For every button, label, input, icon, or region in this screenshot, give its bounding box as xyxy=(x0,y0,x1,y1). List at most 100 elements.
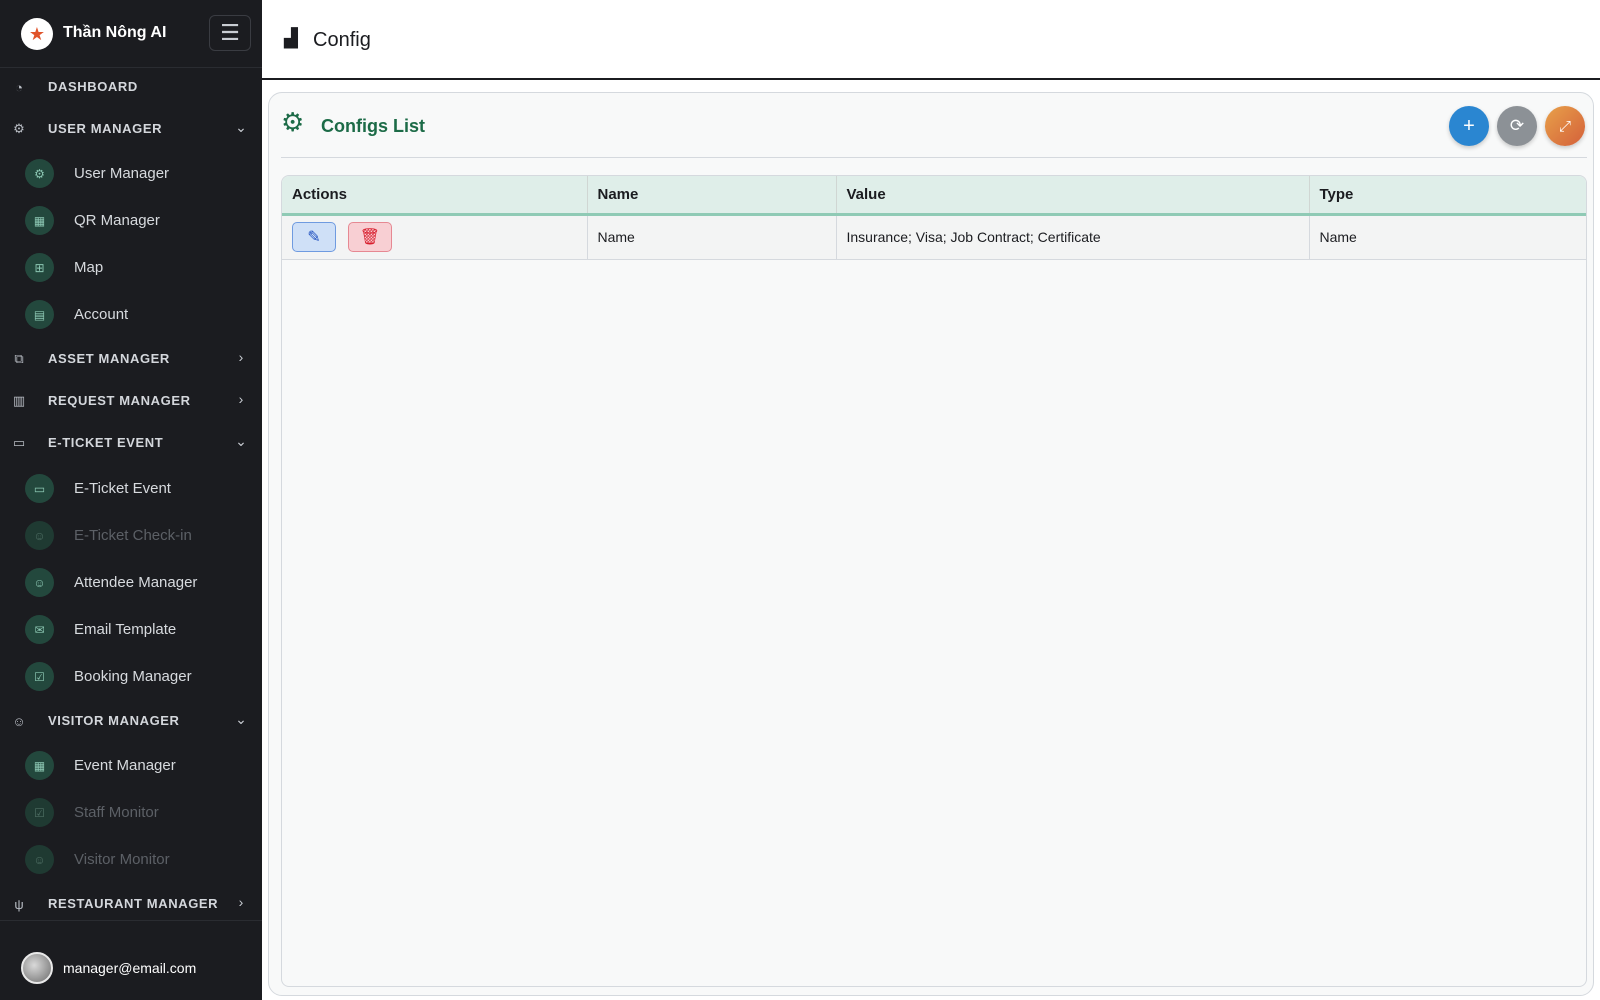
hierarchy-icon: ⧉ xyxy=(14,351,24,366)
table-header-row: Actions Name Value Type xyxy=(282,176,1586,214)
calendar-check-icon: ☑ xyxy=(25,662,54,691)
chevron-down-icon: ⌄ xyxy=(235,711,247,727)
nav-asset-manager-label: ASSET MANAGER xyxy=(48,351,170,366)
column-header-name[interactable]: Name xyxy=(587,176,837,214)
hamburger-menu-button[interactable]: ☰ xyxy=(209,15,251,51)
sidebar-item-label: Attendee Manager xyxy=(74,574,198,591)
nav-restaurant-manager[interactable]: ψ RESTAURANT MANAGER › xyxy=(0,885,262,923)
brand-bar: ★ Thần Nông AI ☰ xyxy=(0,0,262,68)
sidebar-item-label: QR Manager xyxy=(74,212,160,229)
calendar-icon: ▦ xyxy=(25,751,54,780)
table-row[interactable]: ✎ 🗑 Name Insurance; Visa; Job Contract; … xyxy=(282,214,1586,259)
sidebar-item-qr-manager[interactable]: ▦ QR Manager xyxy=(0,198,262,242)
sidebar-item-user-manager[interactable]: ⚙ User Manager xyxy=(0,151,262,195)
sidebar-item-label: Visitor Monitor xyxy=(74,851,170,868)
card-title: Configs List xyxy=(321,116,425,136)
gear-icon: ⚙ xyxy=(281,107,305,137)
sidebar: ★ Thần Nông AI ☰ ◔ DASHBOARD ⚙ USER MANA… xyxy=(0,0,262,1000)
page-header: ▟ Config xyxy=(262,0,1600,80)
add-config-button[interactable]: + xyxy=(1449,106,1489,146)
sidebar-item-visitor-monitor[interactable]: ☺ Visitor Monitor xyxy=(0,837,262,881)
expand-icon: ⤢ xyxy=(1558,117,1571,135)
users-icon: ☺ xyxy=(25,845,54,874)
chevron-right-icon: › xyxy=(238,391,244,407)
column-header-actions[interactable]: Actions xyxy=(282,176,588,214)
plus-icon: + xyxy=(1463,114,1475,137)
nav-restaurant-manager-label: RESTAURANT MANAGER xyxy=(48,896,219,911)
sidebar-item-label: Email Template xyxy=(74,621,177,638)
configs-table: Actions Name Value Type ✎ 🗑 Name Insuran… xyxy=(282,176,1586,260)
bar-chart-icon: ▟ xyxy=(284,28,298,48)
sidebar-item-label: Account xyxy=(74,306,129,323)
nav-user-manager[interactable]: ⚙ USER MANAGER ⌄ xyxy=(0,110,262,148)
sidebar-item-label: Staff Monitor xyxy=(74,804,159,821)
id-card-icon: ▤ xyxy=(25,300,54,329)
edit-button[interactable]: ✎ xyxy=(292,222,336,252)
sidebar-item-event-manager[interactable]: ▦ Event Manager xyxy=(0,743,262,787)
value-cell: Insurance; Visa; Job Contract; Certifica… xyxy=(836,214,1310,259)
main-content: ⚙ Configs List + ⟳ ⤢ Actions Name Value … xyxy=(262,82,1600,1000)
refresh-button[interactable]: ⟳ xyxy=(1497,106,1537,146)
sidebar-item-account[interactable]: ▤ Account xyxy=(0,292,262,336)
chevron-down-icon: ⌄ xyxy=(235,119,247,135)
user-check-icon: ☺ xyxy=(25,521,54,550)
configs-table-container: Actions Name Value Type ✎ 🗑 Name Insuran… xyxy=(281,175,1587,987)
mail-icon: ✉ xyxy=(25,615,54,644)
users-gear-icon: ⚙ xyxy=(13,121,25,136)
star-logo-icon: ★ xyxy=(21,18,53,50)
nav-dashboard[interactable]: ◔ DASHBOARD xyxy=(0,68,262,106)
chevron-right-icon: › xyxy=(238,894,244,910)
nav-visitor-manager[interactable]: ☺ VISITOR MANAGER ⌄ xyxy=(0,702,262,740)
sidebar-item-attendee-manager[interactable]: ☺ Attendee Manager xyxy=(0,560,262,604)
ticket-icon: ▭ xyxy=(25,474,54,503)
page-title: Config xyxy=(313,29,371,51)
utensils-icon: ψ xyxy=(14,896,24,912)
refresh-icon: ⟳ xyxy=(1509,116,1525,135)
divider xyxy=(281,157,1587,158)
column-header-type[interactable]: Type xyxy=(1309,176,1586,214)
nav-asset-manager[interactable]: ⧉ ASSET MANAGER › xyxy=(0,340,262,378)
hamburger-icon: ☰ xyxy=(220,20,240,45)
nav-visitor-manager-label: VISITOR MANAGER xyxy=(48,713,180,728)
chevron-right-icon: › xyxy=(238,349,244,365)
sidebar-item-staff-monitor[interactable]: ☑ Staff Monitor xyxy=(0,790,262,834)
qr-code-icon: ▦ xyxy=(25,206,54,235)
nav-user-manager-label: USER MANAGER xyxy=(48,121,163,136)
sidebar-item-booking-manager[interactable]: ☑ Booking Manager xyxy=(0,654,262,698)
sidebar-item-eticket-event[interactable]: ▭ E-Ticket Event xyxy=(0,466,262,510)
expand-button[interactable]: ⤢ xyxy=(1545,106,1585,146)
name-cell: Name xyxy=(587,214,837,259)
nav-request-manager-label: REQUEST MANAGER xyxy=(48,393,191,408)
configs-card: ⚙ Configs List + ⟳ ⤢ Actions Name Value … xyxy=(268,92,1594,996)
sidebar-item-label: Event Manager xyxy=(74,757,176,774)
nav-request-manager[interactable]: ▥ REQUEST MANAGER › xyxy=(0,382,262,420)
column-header-value[interactable]: Value xyxy=(836,176,1310,214)
delete-button[interactable]: 🗑 xyxy=(347,222,392,252)
trash-icon: 🗑 xyxy=(359,229,381,246)
nav-eticket-event-label: E-TICKET EVENT xyxy=(48,435,164,450)
user-profile-bar[interactable]: manager@email.com xyxy=(0,920,262,1000)
sidebar-item-label: Booking Manager xyxy=(74,668,192,685)
actions-cell: ✎ 🗑 xyxy=(282,214,588,259)
avatar xyxy=(21,952,53,984)
sidebar-item-eticket-checkin[interactable]: ☺ E-Ticket Check-in xyxy=(0,513,262,557)
sidebar-item-label: E-Ticket Event xyxy=(74,480,171,497)
clipboard-check-icon: ☑ xyxy=(25,798,54,827)
type-cell: Name xyxy=(1319,229,1357,245)
sidebar-item-map[interactable]: ⊞ Map xyxy=(0,245,262,289)
gauge-icon: ◔ xyxy=(15,79,23,95)
nav-eticket-event[interactable]: ▭ E-TICKET EVENT ⌄ xyxy=(0,424,262,462)
sidebar-item-label: User Manager xyxy=(74,165,170,182)
chevron-down-icon: ⌄ xyxy=(235,433,247,449)
users-icon: ☺ xyxy=(12,713,26,729)
sidebar-item-email-template[interactable]: ✉ Email Template xyxy=(0,607,262,651)
sidebar-item-label: Map xyxy=(74,259,104,276)
user-email: manager@email.com xyxy=(63,960,197,976)
nav-dashboard-label: DASHBOARD xyxy=(48,79,138,94)
brand-name: Thần Nông AI xyxy=(63,24,167,41)
user-icon: ☺ xyxy=(25,568,54,597)
users-icon: ⚙ xyxy=(25,159,54,188)
sidebar-item-label: E-Ticket Check-in xyxy=(74,527,192,544)
ticket-icon: ▭ xyxy=(12,435,26,450)
card-header: ⚙ Configs List + ⟳ ⤢ xyxy=(269,93,1595,159)
